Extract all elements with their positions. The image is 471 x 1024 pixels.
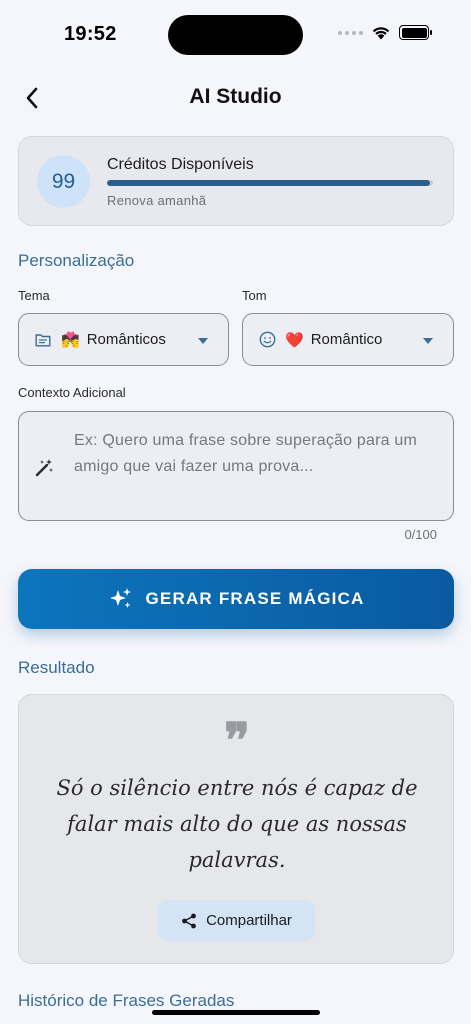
context-placeholder: Ex: Quero uma frase sobre superação para… [74,432,417,475]
generate-button-label: GERAR FRASE MÁGICA [145,589,365,608]
dynamic-island [168,15,303,55]
character-counter: 0/100 [404,527,437,542]
wifi-icon [372,27,390,40]
cellular-signal-icon [338,30,363,35]
share-icon [182,913,196,928]
theme-value: Românticos [86,331,166,348]
generate-phrase-button[interactable]: GERAR FRASE MÁGICA [18,569,454,629]
battery-icon [399,25,432,40]
page-title: AI Studio [189,85,282,108]
personalization-heading: Personalização [18,251,135,270]
context-textarea[interactable]: Ex: Quero uma frase sobre superação para… [18,411,454,521]
nav-bar: AI Studio [0,76,471,120]
credits-count-badge: 99 [37,155,90,208]
smiley-icon [258,331,276,349]
tone-label: Tom [242,288,267,303]
result-card: ❞ Só o silêncio entre nós é capaz de fal… [18,694,454,964]
sparkles-icon [109,588,131,608]
status-icons [338,25,432,40]
theme-label: Tema [18,288,50,303]
credits-card: 99 Créditos Disponíveis Renova amanhã [18,136,454,226]
magic-wand-icon [35,459,53,477]
credits-progress-fill [107,180,430,186]
dropdown-caret-icon [198,338,208,344]
dropdown-caret-icon [423,338,433,344]
tone-emoji: ❤️ [285,331,304,349]
context-label: Contexto Adicional [18,385,126,400]
credits-progress-bar [107,180,433,186]
status-bar: 19:52 [0,0,471,66]
home-indicator [152,1010,320,1015]
tone-value: Romântico [310,331,383,348]
share-button-label: Compartilhar [206,912,292,929]
credits-title: Créditos Disponíveis [107,156,254,173]
quote-icon: ❞ [224,713,250,769]
theme-emoji: 💏 [61,331,80,349]
theme-select[interactable]: 💏 Românticos [18,313,229,366]
result-heading: Resultado [18,658,95,677]
folder-icon [34,331,52,349]
status-time: 19:52 [64,23,117,45]
credits-renewal-text: Renova amanhã [107,193,207,208]
tone-select[interactable]: ❤️ Romântico [242,313,454,366]
generated-phrase: Só o silêncio entre nós é capaz de falar… [56,776,418,872]
share-button[interactable]: Compartilhar [158,900,315,941]
history-heading: Histórico de Frases Geradas [18,991,235,1010]
